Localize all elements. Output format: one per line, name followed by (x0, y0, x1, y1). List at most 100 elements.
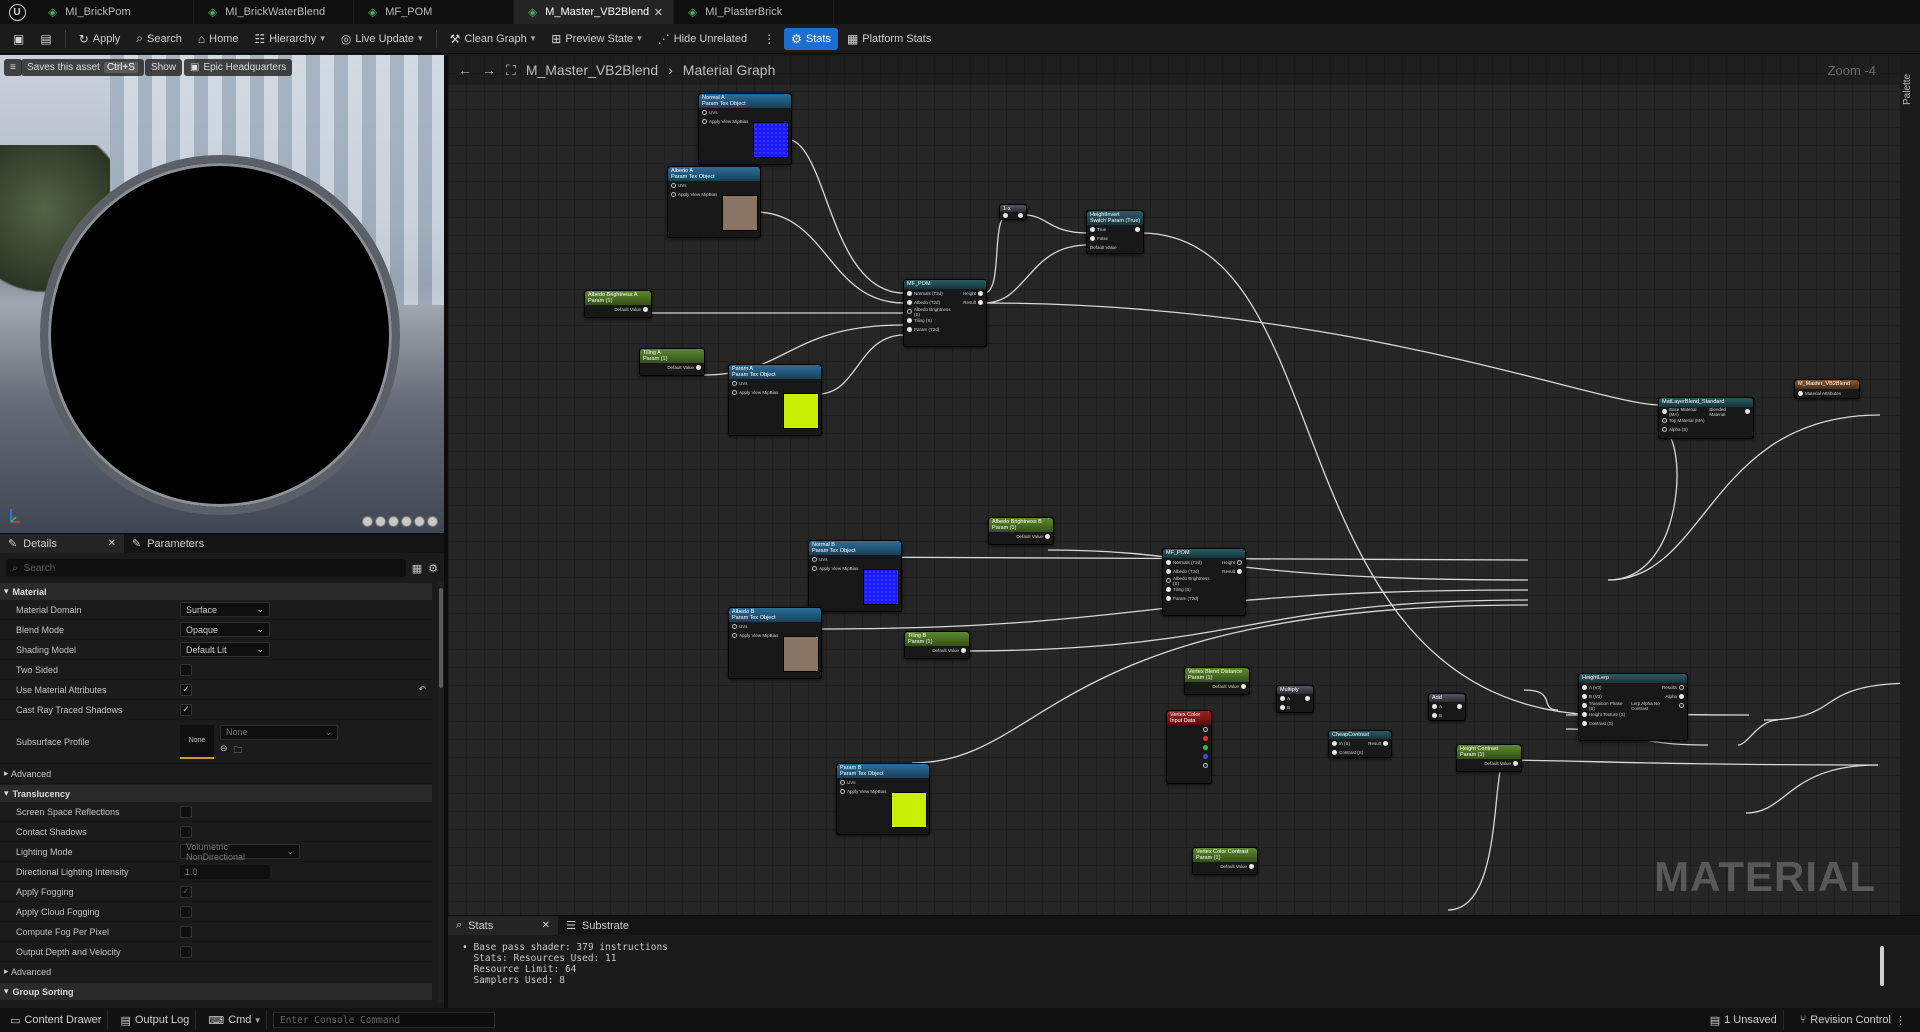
stats-scrollbar[interactable] (1880, 946, 1884, 986)
node-mf-pom-a[interactable]: MF_POM Normals (T2d) Albedo (T2d) Albedo… (903, 279, 987, 347)
tab-substrate[interactable]: ☰ Substrate (558, 916, 668, 935)
node-albedo-brightness-a[interactable]: Albedo Brightness A Param (1) Default Val… (584, 290, 652, 318)
node-cheap-contrast[interactable]: CheapContrast In (S) Result Contrast (S) (1328, 730, 1392, 758)
apply-cloud-fogging-checkbox[interactable] (180, 905, 192, 918)
node-normal-a[interactable]: Normal A Param Tex Object UVs Apply View … (698, 93, 792, 165)
environment-button[interactable]: ▣ Epic Headquarters (184, 59, 293, 76)
tab-mf-pom[interactable]: ◈ MF_POM (354, 0, 514, 24)
shading-model-dropdown[interactable]: Default Lit ⌄ (180, 642, 270, 657)
preview-state-button[interactable]: ⊞ Preview State ▾ (544, 28, 648, 50)
hierarchy-button[interactable]: ☷ Hierarchy ▾ (247, 28, 331, 50)
node-tiling-a[interactable]: Tiling A Param (1) Default Value (639, 348, 705, 376)
output-depth-velocity-checkbox[interactable] (180, 945, 192, 958)
node-tiling-b[interactable]: Tiling B Param (1) Default Value (904, 631, 970, 659)
node-height-lerp[interactable]: HeightLerp A (V3) Results B (V3) Alpha Tra… (1578, 673, 1688, 741)
reset-icon[interactable]: ↶ (418, 684, 426, 695)
tab-mi-brickwaterblend[interactable]: ◈ MI_BrickWaterBlend (194, 0, 354, 24)
unsaved-button[interactable]: ▤ 1 Unsaved (1704, 1010, 1784, 1030)
node-result-material[interactable]: M_Master_VB2Blend Material Attributes (1794, 379, 1860, 399)
table-view-icon[interactable]: ▦ (412, 562, 422, 575)
use-material-attributes-checkbox[interactable]: ✓ (180, 683, 192, 696)
cast-ray-traced-shadows-checkbox[interactable]: ✓ (180, 703, 192, 716)
teapot-icon[interactable] (414, 516, 425, 527)
tab-m-master-vb2blend[interactable]: ◈ M_Master_VB2Blend ✕ (514, 0, 674, 24)
cube-icon[interactable] (401, 516, 412, 527)
node-vertex-blend-distance[interactable]: Vertex Blend Distance Param (1) Default V… (1184, 667, 1250, 695)
tab-stats[interactable]: ⌕ Stats ✕ (448, 916, 558, 935)
node-height-contrast[interactable]: Height Contrast Param (1) Default Value (1456, 744, 1522, 772)
blend-mode-dropdown[interactable]: Opaque ⌄ (180, 622, 270, 637)
clean-graph-button[interactable]: ⚒ Clean Graph ▾ (443, 28, 543, 50)
category-group-sorting[interactable]: ▾ Group Sorting (0, 983, 432, 1000)
details-search-input[interactable]: ⌕ Search (6, 559, 406, 577)
hide-unrelated-button[interactable]: ⋰ Hide Unrelated (651, 28, 754, 50)
live-update-button[interactable]: ◎ Live Update ▾ (334, 28, 430, 50)
material-preview-viewport[interactable]: ≡ Saves this asset Ctrl+S Show ▣ Epic Head… (0, 55, 444, 533)
platform-stats-button[interactable]: ▦ Platform Stats (840, 28, 938, 50)
close-tab-icon[interactable]: ✕ (654, 6, 663, 19)
ssr-checkbox[interactable] (180, 805, 192, 818)
cmd-dropdown[interactable]: ⌨ Cmd ▾ (202, 1010, 267, 1030)
browse-icon[interactable]: 🗀 (234, 743, 243, 759)
use-selected-icon[interactable]: ⊖ (220, 743, 228, 759)
graph-title[interactable]: M_Master_VB2Blend (526, 62, 658, 78)
node-albedo-a[interactable]: Albedo A Param Tex Object UVs Apply View … (667, 166, 761, 238)
node-multiply[interactable]: Multiply A B (1276, 685, 1314, 713)
save-button[interactable]: ▣ (6, 28, 31, 50)
apply-button[interactable]: ↻ Apply (72, 28, 128, 50)
tab-parameters[interactable]: ✎ Parameters (124, 534, 248, 553)
mesh-icon[interactable] (427, 516, 438, 527)
home-button[interactable]: ⌂ Home (191, 28, 246, 50)
content-drawer-button[interactable]: ▭ Content Drawer (4, 1010, 109, 1030)
node-albedo-b[interactable]: Albedo B Param Tex Object UVs Apply View … (728, 607, 822, 679)
category-material[interactable]: ▾ Material (0, 583, 432, 600)
lighting-mode-dropdown[interactable]: Volumetric NonDirectional ⌄ (180, 842, 300, 862)
subsurface-thumbnail[interactable]: None (180, 724, 214, 759)
forward-arrow-icon[interactable]: → (482, 62, 496, 78)
directional-lighting-intensity-input[interactable]: 1.0 (180, 864, 270, 879)
material-domain-label: Material Domain (16, 604, 82, 615)
material-graph-canvas[interactable]: ← → ⛶ M_Master_VB2Blend › Material Graph… (448, 55, 1900, 915)
revision-control-button[interactable]: ⑂ Revision Control ⋮ (1794, 1010, 1912, 1030)
close-icon[interactable]: ✕ (542, 920, 550, 931)
subsurface-profile-dropdown[interactable]: None ⌄ (220, 724, 338, 740)
stats-button[interactable]: ⚙ Stats (784, 27, 838, 50)
sphere-icon[interactable] (375, 516, 386, 527)
node-normal-b[interactable]: Normal B Param Tex Object UVs Apply View … (808, 540, 902, 612)
tab-details[interactable]: ✎ Details ✕ (0, 534, 124, 553)
unreal-logo-icon[interactable]: U (0, 0, 34, 24)
cylinder-icon[interactable] (362, 516, 373, 527)
two-sided-checkbox[interactable] (180, 663, 192, 676)
apply-fogging-checkbox[interactable]: ✓ (180, 885, 192, 898)
tab-mi-brickpom[interactable]: ◈ MI_BrickPom (34, 0, 194, 24)
node-add[interactable]: Add A B (1428, 693, 1466, 721)
gear-icon[interactable]: ⚙ (428, 562, 438, 575)
advanced-material-section[interactable]: ▸ Advanced (0, 764, 432, 784)
contact-shadows-checkbox[interactable] (180, 825, 192, 838)
palette-side-tab[interactable]: Palette (1900, 55, 1920, 915)
more-options-icon[interactable]: ⋮ (756, 28, 782, 50)
node-param-a[interactable]: Param A Param Tex Object UVs Apply View M… (728, 364, 822, 436)
close-icon[interactable]: ✕ (108, 538, 116, 549)
category-translucency[interactable]: ▾ Translucency (0, 785, 432, 802)
node-vertex-color[interactable]: Vertex Color Input Data (1166, 710, 1212, 784)
output-log-button[interactable]: ▤ Output Log (114, 1010, 197, 1030)
search-button[interactable]: ⌕ Search (129, 28, 189, 50)
material-domain-dropdown[interactable]: Surface ⌄ (180, 602, 270, 617)
tab-mi-plasterbrick[interactable]: ◈ MI_PlasterBrick (674, 0, 834, 24)
node-matlayerblend-standard[interactable]: MatLayerBlend_Standard Base Material (MA… (1658, 397, 1754, 439)
node-albedo-brightness-b[interactable]: Albedo Brightness B Param (1) Default Val… (988, 517, 1054, 545)
node-mf-pom-b[interactable]: MF_POM Normals (T2d) Albedo (T2d) Albedo… (1162, 548, 1246, 616)
browse-button[interactable]: ▤ (33, 28, 58, 50)
node-height-invert[interactable]: HeightInvert Switch Param (True) True Fal… (1086, 210, 1144, 254)
compute-fog-per-pixel-checkbox[interactable] (180, 925, 192, 938)
advanced-translucency-section[interactable]: ▸ Advanced (0, 962, 432, 982)
plane-icon[interactable] (388, 516, 399, 527)
node-vertex-color-contrast[interactable]: Vertex Color Contrast Param (1) Default V… (1192, 847, 1258, 875)
viewport-menu-button[interactable]: ≡ (4, 59, 22, 76)
node-one-minus[interactable]: 1-x (999, 204, 1027, 220)
console-command-input[interactable]: Enter Console Command (272, 1012, 495, 1028)
back-arrow-icon[interactable]: ← (458, 62, 472, 78)
node-param-b[interactable]: Param B Param Tex Object UVs Apply View M… (836, 763, 930, 835)
show-button[interactable]: Show (145, 59, 183, 76)
